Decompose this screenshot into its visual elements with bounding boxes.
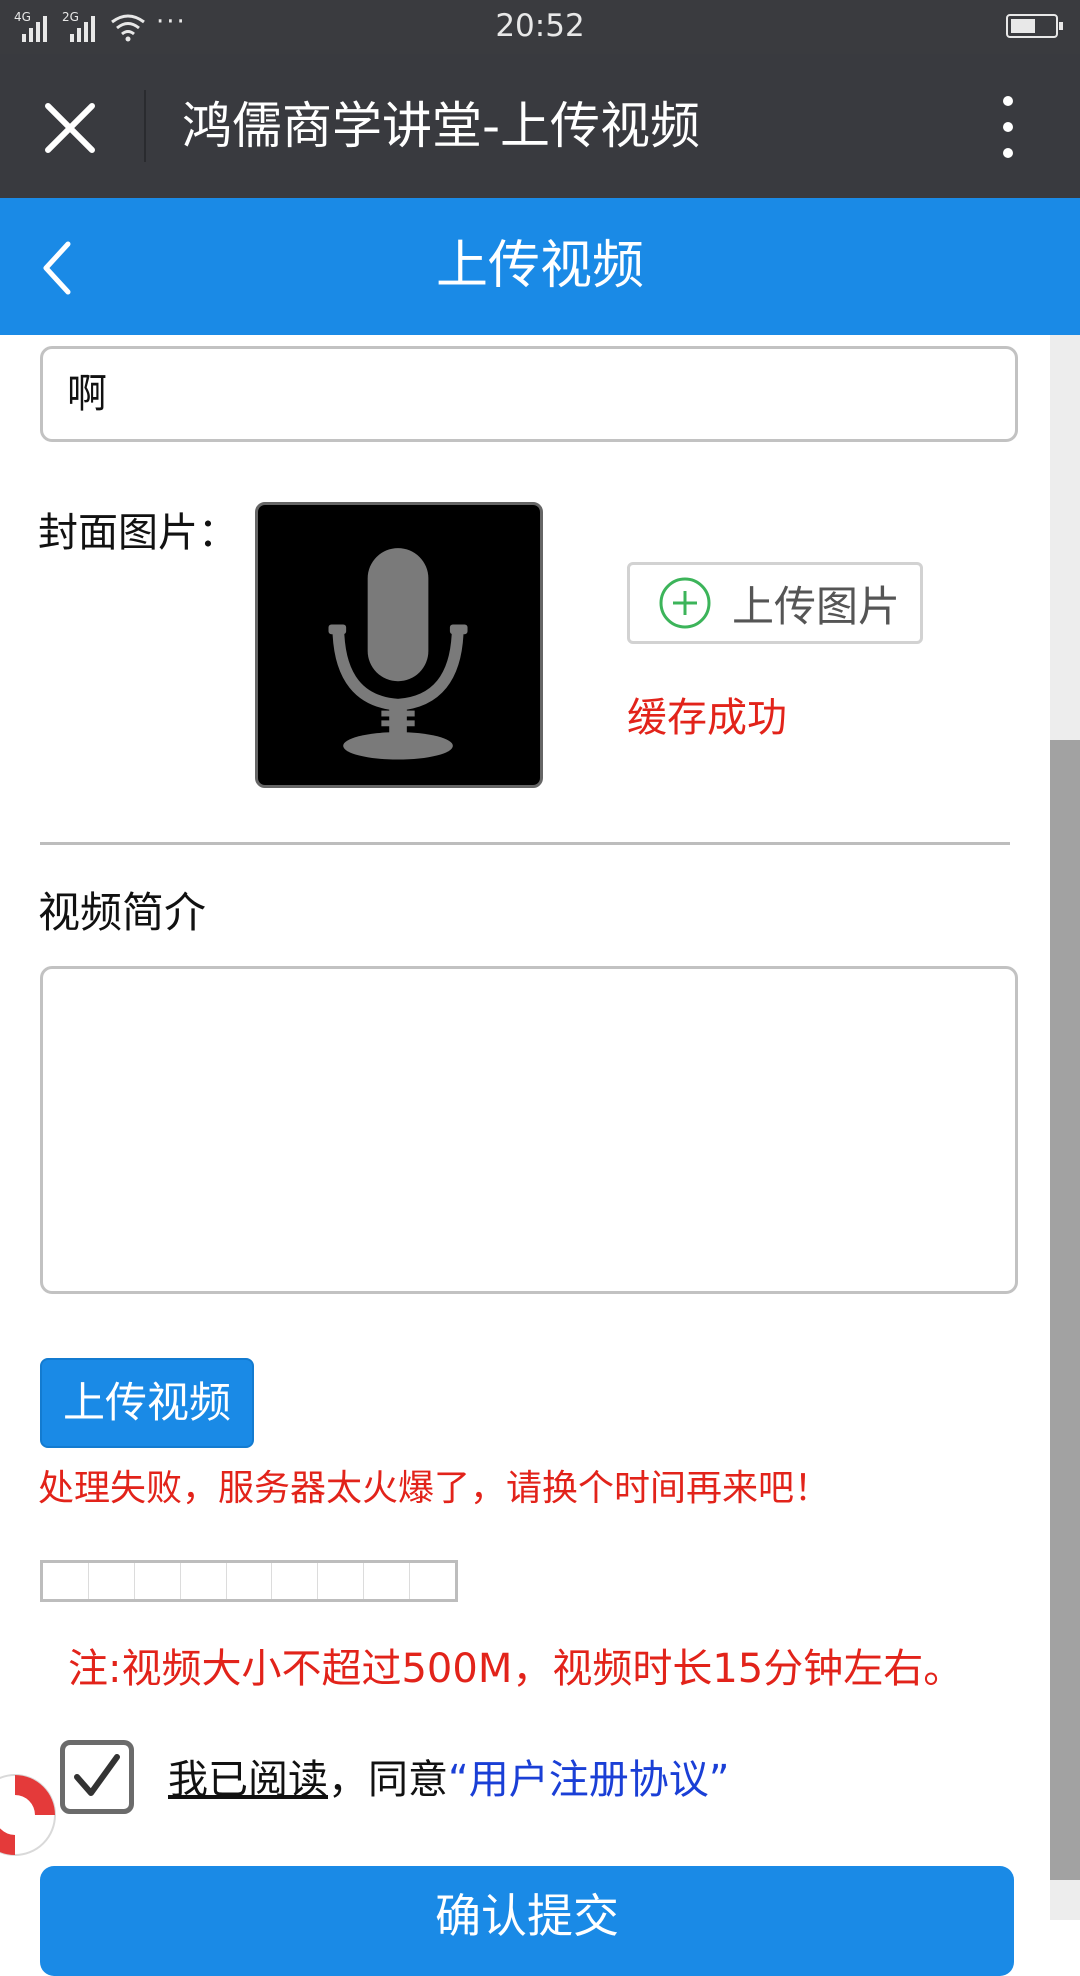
agree-checkbox[interactable] [60, 1740, 134, 1814]
divider [40, 842, 1010, 845]
wechat-page-title: 鸿儒商学讲堂-上传视频 [182, 97, 701, 155]
video-intro-textarea[interactable] [40, 966, 1018, 1294]
user-agreement-link[interactable]: “用户注册协议” [448, 1757, 729, 1803]
upload-note: 注:视频大小不超过500M，视频时长15分钟左右。 [68, 1646, 964, 1692]
close-icon[interactable] [40, 98, 100, 158]
microphone-icon [328, 548, 468, 760]
upload-progress-bar [40, 1560, 458, 1602]
agree-text: 我已阅读，同意“用户注册协议” [168, 1752, 729, 1808]
page-title: 上传视频 [435, 236, 644, 296]
status-time: 20:52 [495, 8, 585, 44]
plus-circle-icon [659, 577, 711, 629]
page-header: 上传视频 [0, 198, 1080, 335]
agree-read-link[interactable]: 我已阅读 [168, 1757, 328, 1803]
video-title-input[interactable]: 啊 [40, 346, 1018, 442]
wechat-nav-bar: 鸿儒商学讲堂-上传视频 [0, 54, 1080, 198]
upload-video-button[interactable]: 上传视频 [40, 1358, 254, 1448]
lifebuoy-icon[interactable] [0, 1770, 60, 1860]
status-bar: 4G 2G ··· 20:52 [0, 0, 1080, 54]
agree-comma-text: ，同意 [328, 1757, 448, 1803]
cover-image-preview[interactable] [255, 502, 543, 788]
scrollbar-thumb[interactable] [1050, 740, 1080, 1880]
nav-separator [144, 90, 146, 162]
battery-icon [1006, 14, 1063, 38]
checkmark-icon [74, 1754, 120, 1796]
upload-error-message: 处理失败，服务器太火爆了，请换个时间再来吧！ [38, 1468, 831, 1509]
cover-label: 封面图片： [38, 510, 238, 556]
cache-status-text: 缓存成功 [627, 695, 787, 741]
submit-button[interactable]: 确认提交 [40, 1866, 1014, 1976]
intro-label: 视频简介 [38, 888, 207, 937]
upload-image-label: 上传图片 [732, 581, 901, 631]
more-vertical-icon[interactable] [998, 96, 1018, 158]
upload-image-button[interactable]: 上传图片 [627, 562, 923, 644]
